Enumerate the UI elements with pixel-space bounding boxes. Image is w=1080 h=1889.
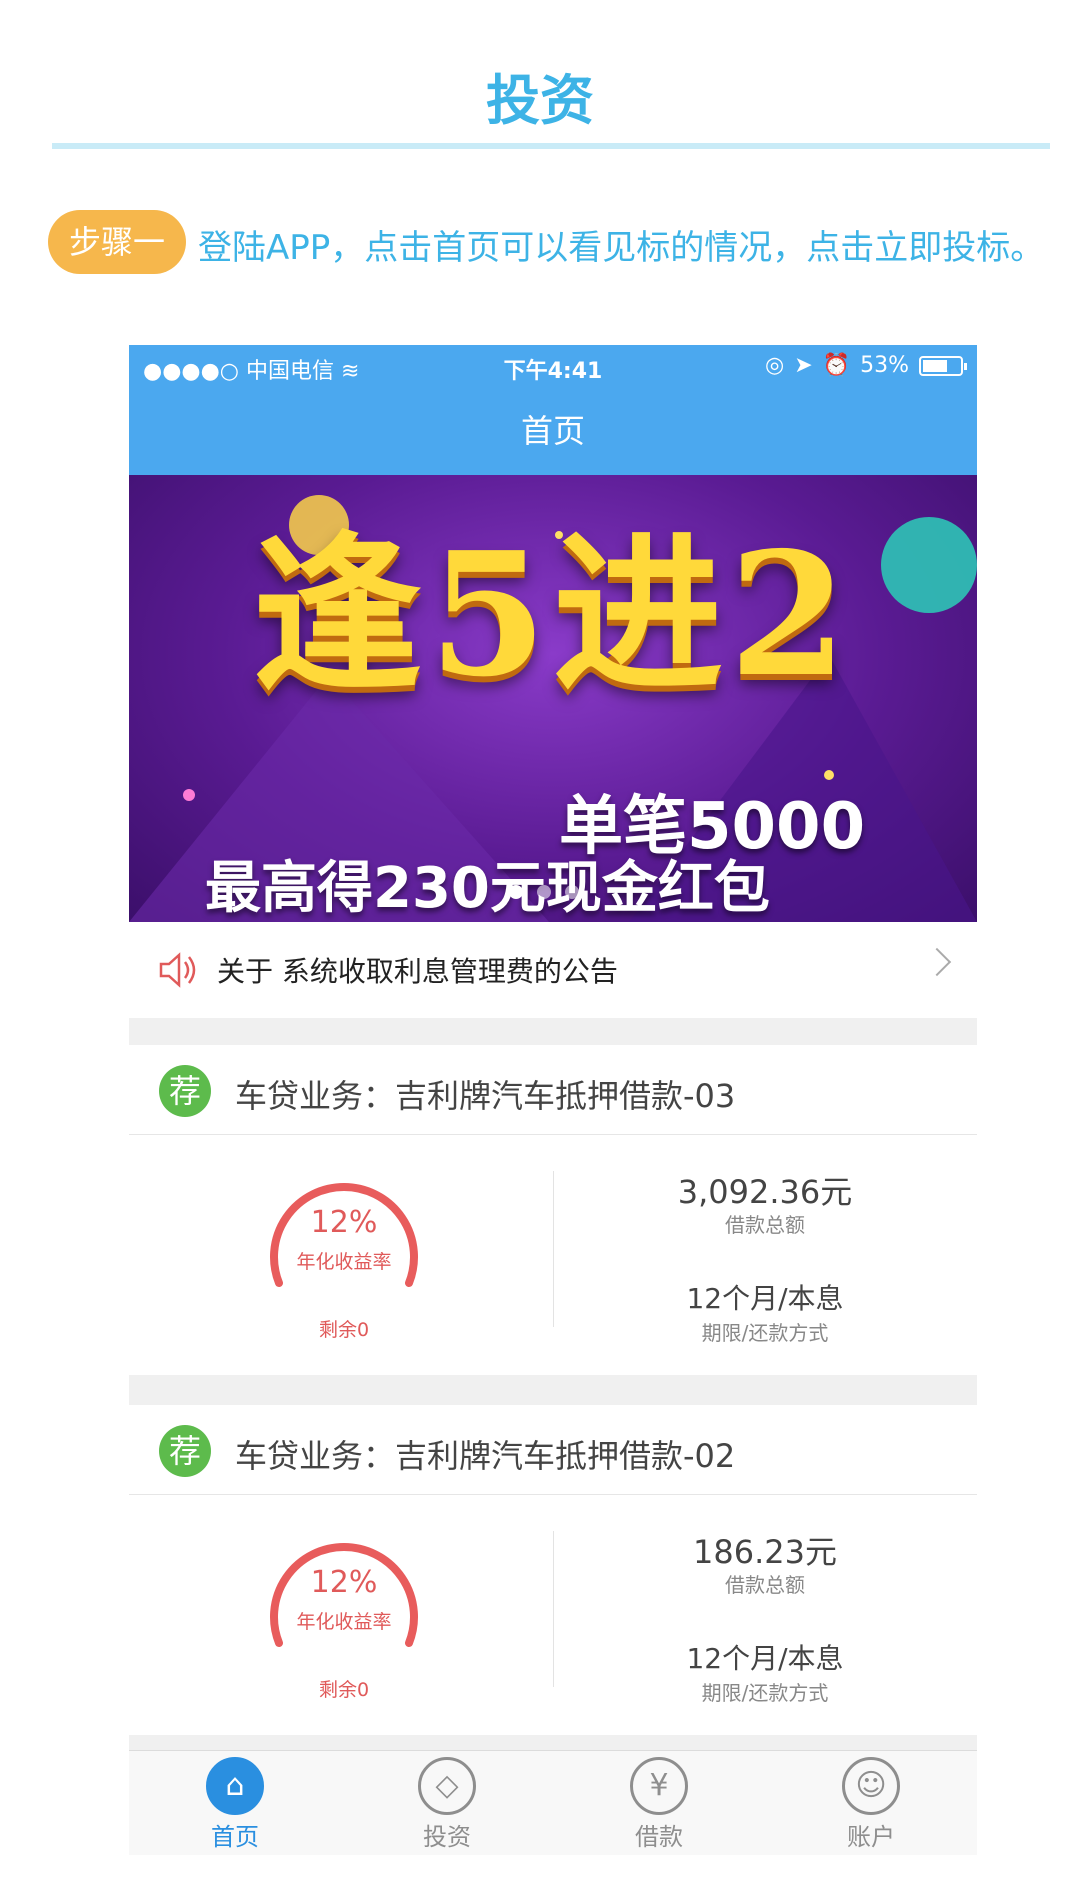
tab-label: 首页 [211, 1823, 259, 1851]
annual-rate: 12% [310, 1565, 378, 1600]
carousel-dots[interactable] [509, 885, 579, 899]
bottom-tab-bar: ⌂ 首页 ◇ 投资 ¥ 借款 ☺ 账户 [129, 1750, 977, 1855]
tab-account[interactable]: ☺ 账户 [765, 1757, 977, 1855]
annual-rate-label: 年化收益率 [296, 1251, 392, 1273]
announcement-bar[interactable]: 关于 系统收取利息管理费的公告 [129, 922, 977, 1018]
step-description: 登陆APP，点击首页可以看见标的情况，点击立即投标。 [198, 228, 1045, 268]
remaining-amount: 剩余0 [318, 1319, 370, 1341]
tab-home[interactable]: ⌂ 首页 [129, 1757, 341, 1855]
home-icon: ⌂ [206, 1757, 264, 1815]
loan-card-header: 荐 车贷业务：吉利牌汽车抵押借款-02 [129, 1405, 977, 1495]
loan-amount: 3,092.36元 [677, 1173, 853, 1211]
speaker-icon [159, 952, 196, 988]
banner-title: 逢5进2 [252, 515, 854, 715]
invest-icon: ◇ [418, 1757, 476, 1815]
status-bar: ●●●●○ 中国电信 ≋ 下午4:41 ◎ ➤ ⏰ 53% [129, 345, 977, 387]
loan-card-header: 荐 车贷业务：吉利牌汽车抵押借款-03 [129, 1045, 977, 1135]
loan-amount: 186.23元 [693, 1533, 837, 1571]
banner-offer: 最高得230元现金红包 [205, 856, 770, 921]
loan-term: 12个月/本息 [686, 1642, 844, 1675]
loan-term-label: 期限/还款方式 [701, 1321, 829, 1345]
loan-amount-label: 借款总额 [725, 1213, 805, 1237]
recommend-badge: 荐 [159, 1425, 211, 1477]
location-icon: ➤ [794, 353, 813, 378]
battery-percent: 53% [860, 353, 909, 378]
heading-divider [52, 143, 1050, 149]
loan-amount-label: 借款总额 [725, 1573, 805, 1597]
tab-loan[interactable]: ¥ 借款 [553, 1757, 765, 1855]
status-indicators: ◎ ➤ ⏰ 53% [765, 353, 967, 378]
user-icon: ☺ [842, 1757, 900, 1815]
loan-card-body: 12% 年化收益率 剩余0 3,092.36元 借款总额 12个月/本息 期限/… [129, 1135, 977, 1375]
chevron-right-icon [922, 947, 952, 977]
loan-card[interactable]: 荐 车贷业务：吉利牌汽车抵押借款-02 12% 年化收益率 剩余0 186.23… [129, 1405, 977, 1735]
loan-term-label: 期限/还款方式 [701, 1681, 829, 1705]
announcement-text: 关于 系统收取利息管理费的公告 [217, 955, 618, 988]
alarm-icon: ⏰ [822, 353, 851, 378]
loan-card-body: 12% 年化收益率 剩余0 186.23元 借款总额 12个月/本息 期限/还款… [129, 1495, 977, 1735]
tab-invest[interactable]: ◇ 投资 [341, 1757, 553, 1855]
tab-label: 投资 [423, 1823, 471, 1851]
annual-rate: 12% [310, 1205, 378, 1240]
remaining-amount: 剩余0 [318, 1679, 370, 1701]
phone-screenshot: ●●●●○ 中国电信 ≋ 下午4:41 ◎ ➤ ⏰ 53% 首页 逢5进2 单笔… [129, 345, 977, 1855]
page-heading: 投资 [486, 69, 594, 132]
loan-term: 12个月/本息 [686, 1282, 844, 1315]
step-badge: 步骤一 [48, 210, 186, 274]
loan-title: 车贷业务：吉利牌汽车抵押借款-03 [235, 1077, 736, 1115]
loan-card[interactable]: 荐 车贷业务：吉利牌汽车抵押借款-03 12% 年化收益率 剩余0 3,092.… [129, 1045, 977, 1375]
carousel-dot[interactable] [537, 885, 551, 899]
loan-title: 车贷业务：吉利牌汽车抵押借款-02 [235, 1437, 736, 1475]
carousel-dot[interactable] [509, 885, 523, 899]
recommend-badge: 荐 [159, 1065, 211, 1117]
promo-banner[interactable]: 逢5进2 单笔5000 最高得230元现金红包 [129, 475, 977, 922]
battery-icon [919, 355, 967, 376]
tab-label: 借款 [635, 1823, 683, 1851]
lock-rotation-icon: ◎ [765, 353, 785, 378]
carousel-dot[interactable] [565, 885, 579, 899]
yen-icon: ¥ [630, 1757, 688, 1815]
tab-label: 账户 [847, 1823, 895, 1851]
annual-rate-label: 年化收益率 [296, 1611, 392, 1633]
nav-title: 首页 [129, 387, 977, 475]
